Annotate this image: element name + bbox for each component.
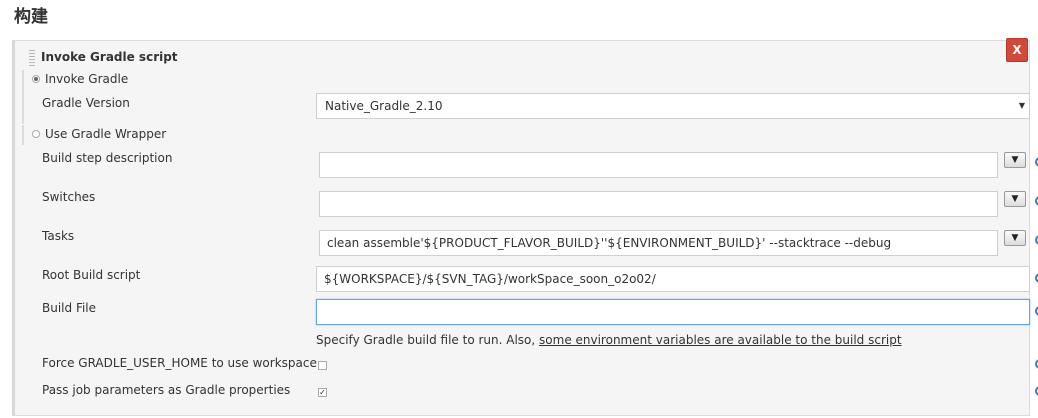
force-user-home-checkbox[interactable] <box>318 361 327 370</box>
invoke-gradle-group-bar <box>22 70 24 124</box>
build-file-hint: Specify Gradle build file to run. Also, … <box>316 333 902 347</box>
root-build-script-label: Root Build script <box>42 268 141 282</box>
tasks-input[interactable]: clean assemble'${PRODUCT_FLAVOR_BUILD}''… <box>319 230 998 256</box>
use-wrapper-radio[interactable] <box>32 130 40 138</box>
invoke-gradle-label: Invoke Gradle <box>45 72 129 86</box>
build-step-description-label: Build step description <box>42 151 173 165</box>
invoke-gradle-radio[interactable] <box>32 75 40 83</box>
build-file-label: Build File <box>42 301 97 315</box>
env-variables-link[interactable]: some environment variables are available… <box>539 333 902 347</box>
force-user-home-label: Force GRADLE_USER_HOME to use workspace <box>42 356 317 370</box>
tasks-label: Tasks <box>42 229 75 243</box>
use-wrapper-group-bar <box>22 125 24 145</box>
pass-job-params-label: Pass job parameters as Gradle properties <box>42 383 291 397</box>
use-wrapper-label: Use Gradle Wrapper <box>45 127 167 141</box>
build-file-input[interactable] <box>316 299 1030 325</box>
expand-down-icon[interactable]: ▼ <box>1004 191 1026 207</box>
gradle-version-label: Gradle Version <box>42 96 130 110</box>
section-title: 构建 <box>14 7 48 27</box>
gradle-version-select[interactable]: Native_Gradle_2.10 ▼ <box>316 93 1030 119</box>
expand-down-icon[interactable]: ▼ <box>1004 152 1026 168</box>
gradle-version-value: Native_Gradle_2.10 <box>325 99 443 113</box>
switches-input[interactable] <box>319 191 998 217</box>
root-build-script-input[interactable]: ${WORKSPACE}/${SVN_TAG}/workSpace_soon_o… <box>316 266 1030 292</box>
step-title: Invoke Gradle script <box>41 50 178 64</box>
drag-grip-icon[interactable] <box>29 50 35 66</box>
expand-down-icon[interactable]: ▼ <box>1004 230 1026 246</box>
delete-step-button[interactable]: X <box>1006 38 1028 62</box>
build-step-description-input[interactable] <box>319 152 998 178</box>
switches-label: Switches <box>42 190 96 204</box>
build-file-hint-text: Specify Gradle build file to run. Also, <box>316 333 540 347</box>
dropdown-caret-icon: ▼ <box>1018 101 1025 110</box>
pass-job-params-checkbox[interactable]: ✓ <box>318 388 327 397</box>
